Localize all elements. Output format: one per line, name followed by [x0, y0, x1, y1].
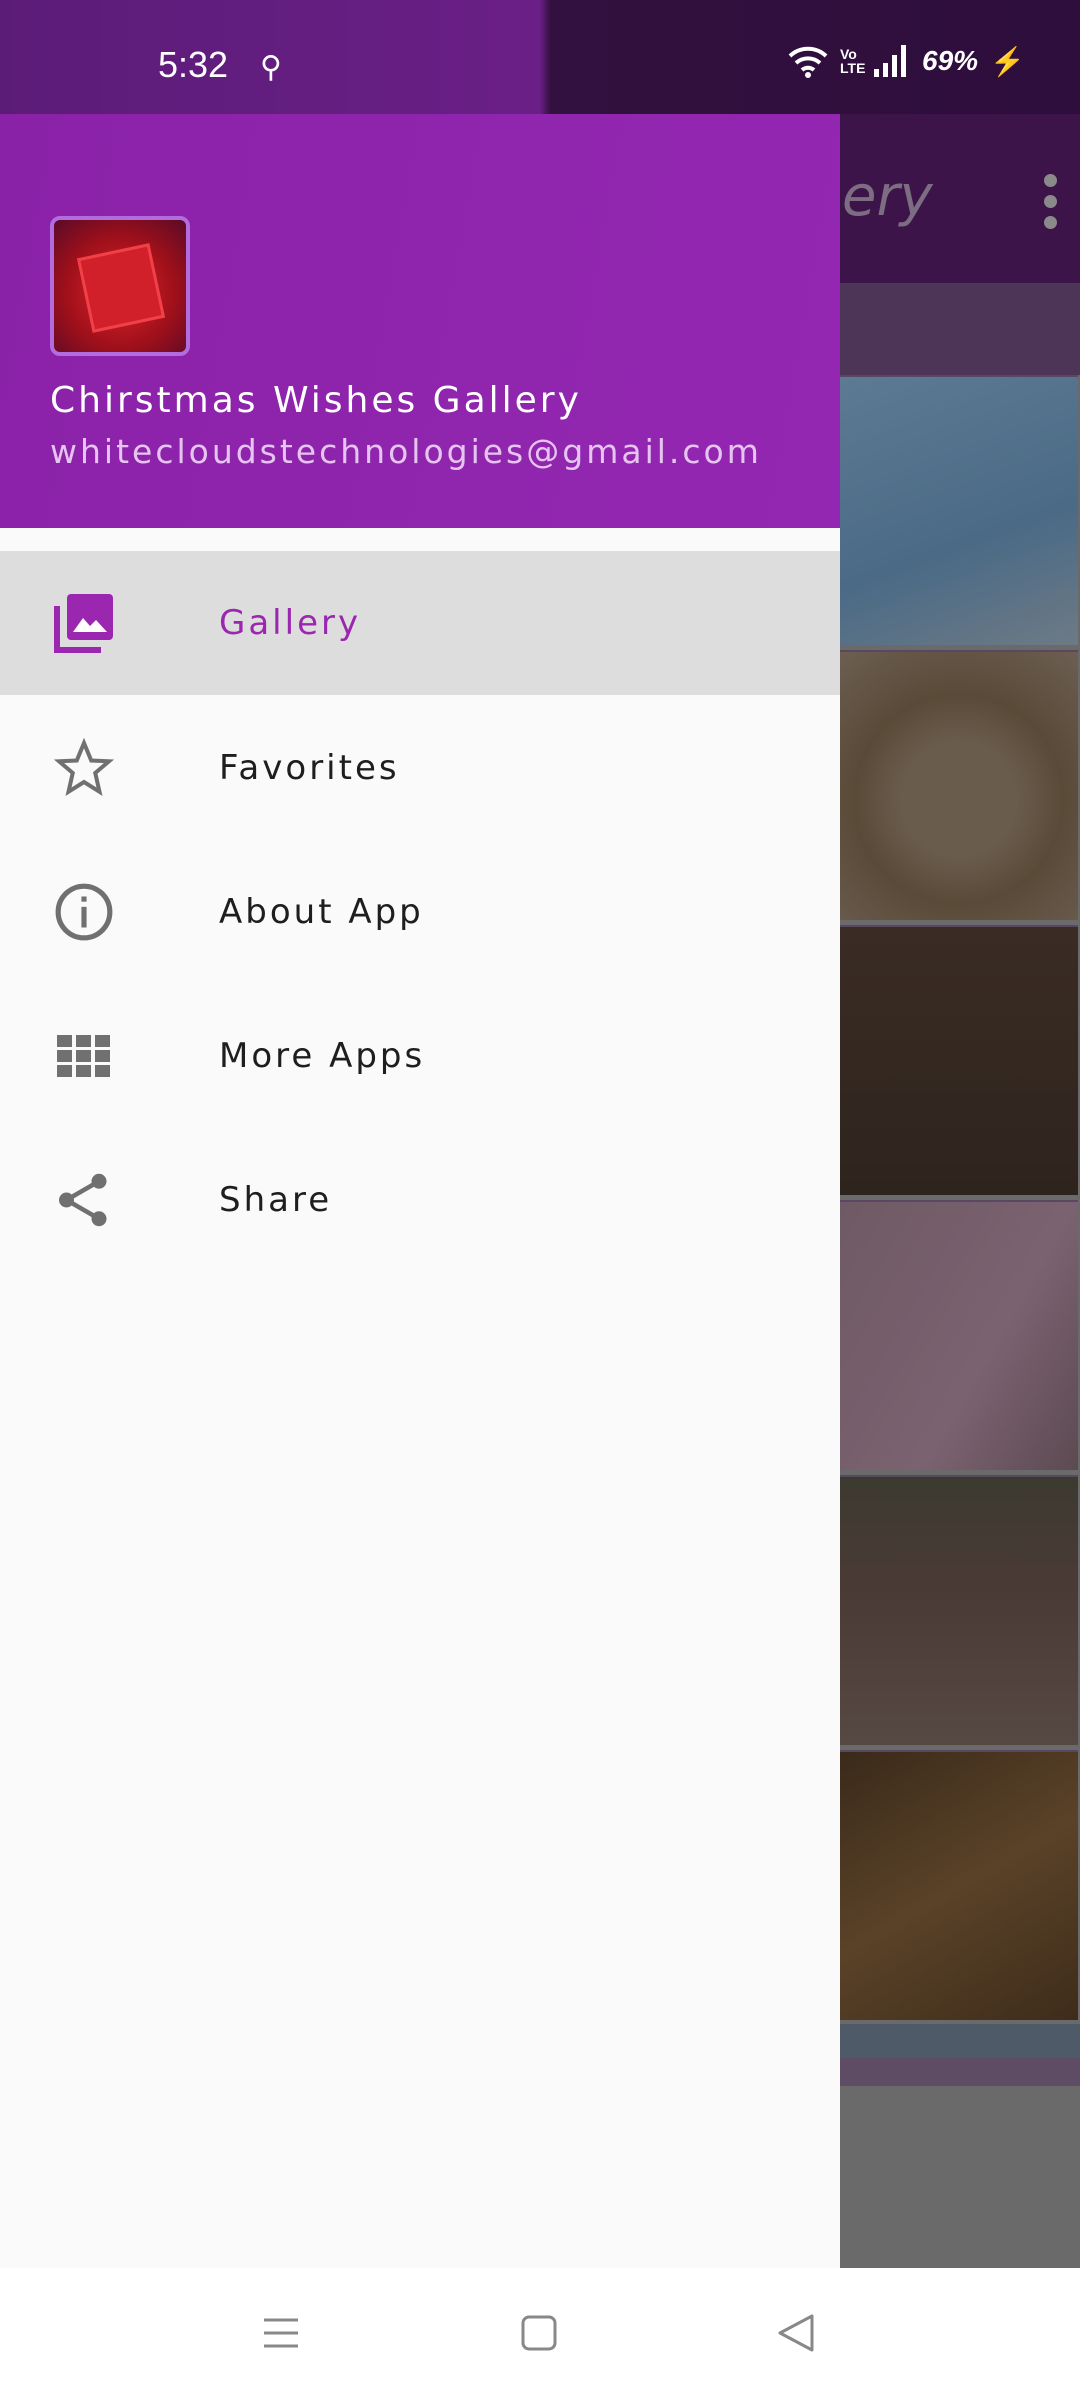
tab-strip [840, 283, 1080, 375]
drawer-item-label: About App [219, 892, 424, 932]
battery-level: 69% [922, 45, 979, 76]
photo-library-icon [52, 591, 116, 655]
wifi-icon [788, 46, 828, 78]
gallery-image[interactable] [840, 1475, 1078, 1745]
footer-strip [840, 2058, 1080, 2086]
info-icon [52, 880, 116, 944]
drawer-item-gallery[interactable]: Gallery [0, 551, 840, 695]
more-vert-icon[interactable] [1044, 174, 1058, 237]
app-logo [50, 216, 190, 356]
share-icon [52, 1168, 116, 1232]
drawer-item-share[interactable]: Share [0, 1128, 840, 1272]
key-icon: ⚲ [260, 50, 282, 85]
back-icon[interactable] [772, 2308, 822, 2358]
system-nav-bar [0, 2268, 1080, 2400]
drawer-item-label: Favorites [219, 748, 400, 788]
toolbar-title: ery [842, 164, 933, 229]
star-outline-icon [52, 736, 116, 800]
home-icon[interactable] [514, 2308, 564, 2358]
apps-grid-icon [52, 1024, 116, 1088]
drawer-item-more-apps[interactable]: More Apps [0, 984, 840, 1128]
navigation-drawer: Chirstmas Wishes Gallery whitecloudstech… [0, 0, 840, 2268]
gallery-grid [840, 375, 1078, 2025]
gallery-image[interactable] [840, 650, 1078, 920]
gallery-image-partial [840, 2024, 1080, 2058]
charging-icon: ⚡ [990, 45, 1025, 77]
gallery-image[interactable] [840, 375, 1078, 645]
gallery-image[interactable] [840, 1750, 1078, 2020]
drawer-item-about-app[interactable]: About App [0, 840, 840, 984]
drawer-item-favorites[interactable]: Favorites [0, 696, 840, 840]
menu-icon[interactable] [256, 2308, 306, 2358]
volte-icon: Vo LTE [840, 46, 866, 76]
drawer-item-label: Share [219, 1180, 333, 1220]
app-email: whitecloudstechnologies@gmail.com [50, 432, 762, 471]
status-time: 5:32 [158, 44, 229, 85]
drawer-item-label: Gallery [219, 603, 362, 643]
signal-icon [874, 45, 906, 77]
gallery-image[interactable] [840, 925, 1078, 1195]
status-bar: 5:32 ⚲ Vo LTE 69% ⚡ [0, 0, 1080, 114]
drawer-item-label: More Apps [219, 1036, 426, 1076]
app-title: Chirstmas Wishes Gallery [50, 380, 582, 421]
gallery-image[interactable] [840, 1200, 1078, 1470]
app-toolbar: ery [840, 114, 1080, 283]
